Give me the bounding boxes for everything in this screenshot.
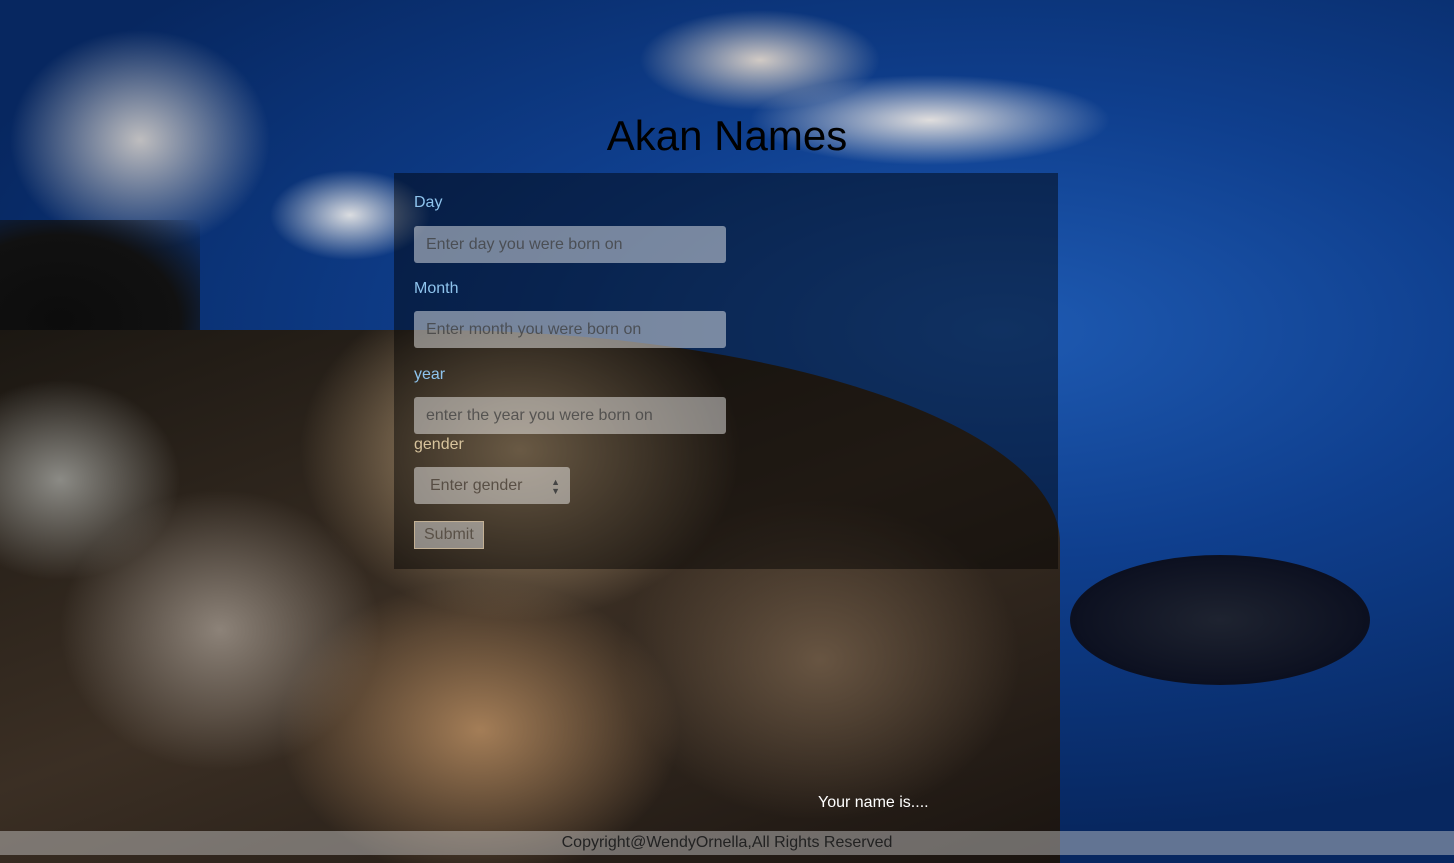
result-text: Your name is.... [818,794,929,811]
background-rocks-right [1070,555,1370,685]
akan-form: Day Month year gender Enter gender ▲▼ Su… [394,173,1058,569]
day-label: Day [414,194,443,211]
submit-button[interactable]: Submit [414,521,484,549]
month-label: Month [414,280,459,297]
month-input[interactable] [414,311,726,348]
year-input[interactable] [414,397,726,434]
footer-copyright: Copyright@WendyOrnella,All Rights Reserv… [561,834,893,851]
gender-select[interactable]: Enter gender ▲ ▼ [414,467,570,504]
day-input[interactable] [414,226,726,263]
gender-select-value: Enter gender [430,477,523,494]
footer: Copyright@WendyOrnella,All Rights Reserv… [0,831,1454,855]
gender-label: gender [414,436,464,453]
select-arrows-icon: ▲ ▼ [551,477,560,496]
page-title: Akan Names [606,112,848,159]
year-label: year [414,366,446,383]
